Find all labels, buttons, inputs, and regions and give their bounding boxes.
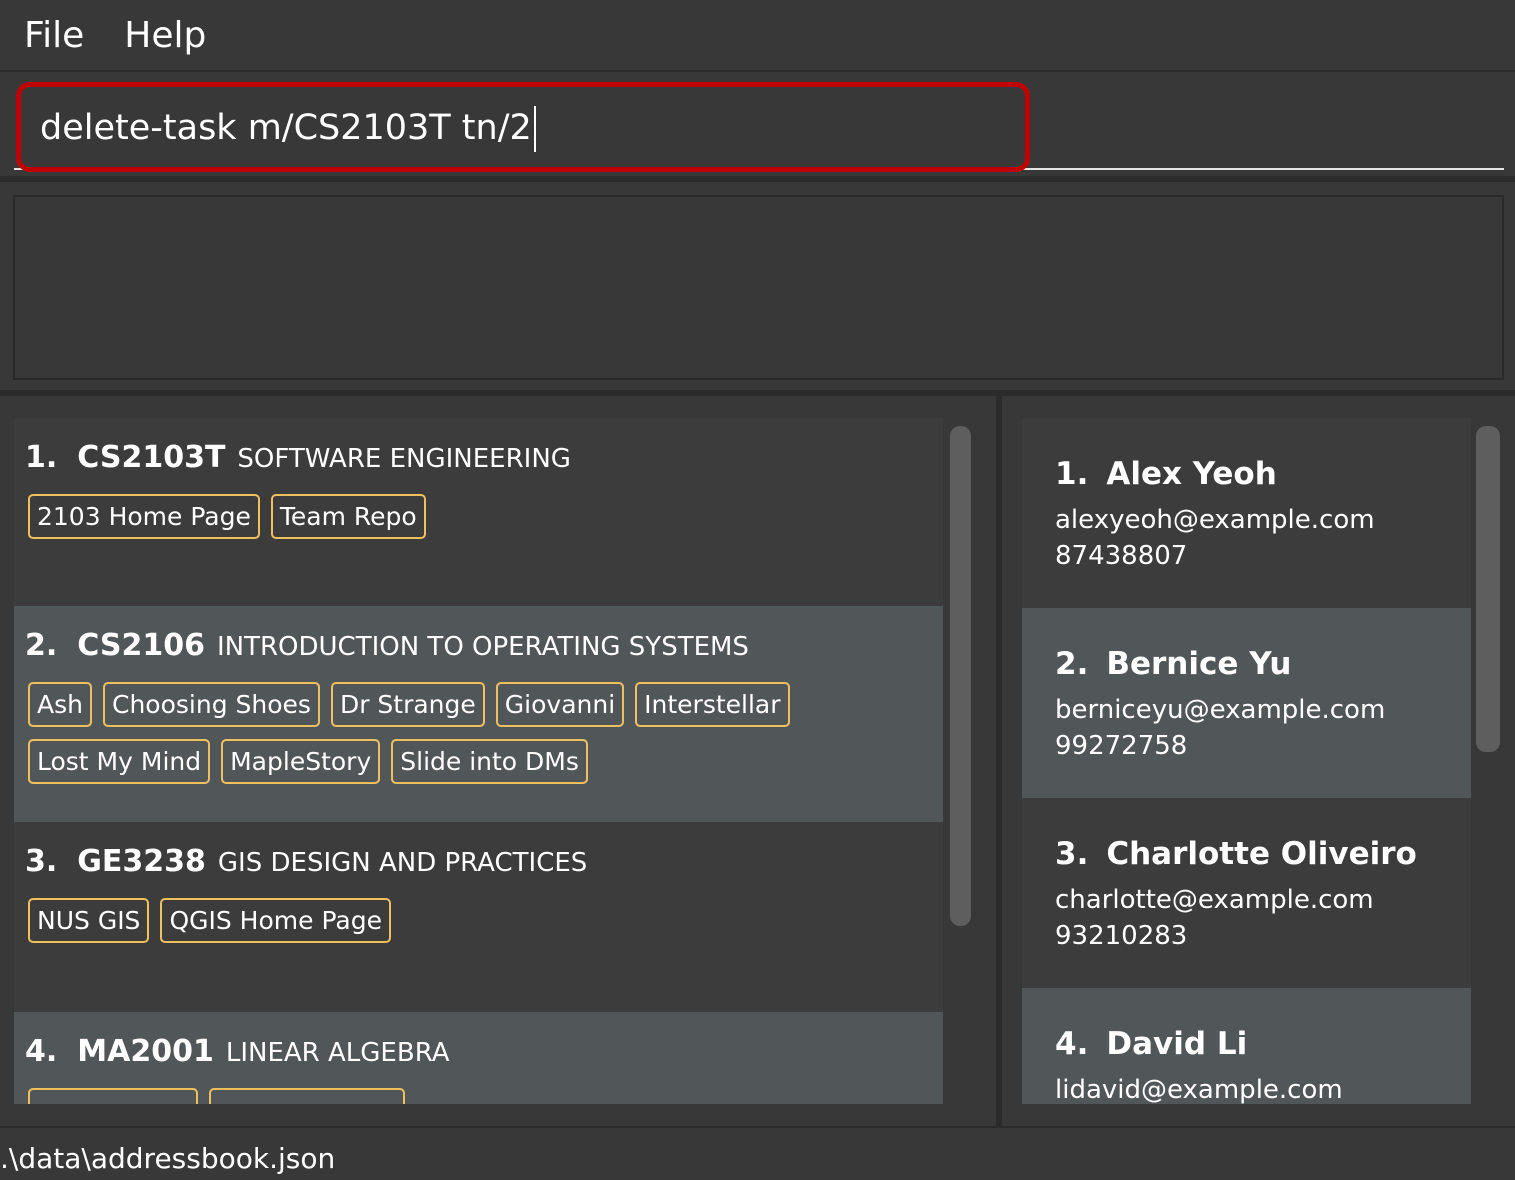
person-phone: 99272758 [1055,731,1188,761]
module-index: 3. [25,844,58,879]
module-index: 4. [25,1034,58,1069]
module-card[interactable]: 4. MA2001 LINEAR ALGEBRA [14,1012,943,1104]
person-name: David Li [1106,1026,1248,1062]
person-index: 2. [1055,646,1089,682]
menu-file[interactable]: File [24,15,84,56]
module-tags [25,1076,943,1104]
tag-qgis-home-page[interactable]: QGIS Home Page [160,898,391,943]
person-email: charlotte@example.com [1055,885,1374,915]
module-code: MA2001 [77,1034,214,1069]
module-card[interactable]: 3. GE3238 GIS DESIGN AND PRACTICES NUS G… [14,822,943,1012]
tag-ash[interactable]: Ash [28,682,92,727]
person-list-panel: 1. Alex Yeoh alexyeoh@example.com 8743880… [1002,396,1515,1126]
command-box-area: delete-task m/CS2103T tn/2 [0,74,1515,182]
person-phone: 87438807 [1055,541,1188,571]
module-name: LINEAR ALGEBRA [225,1038,450,1068]
module-list-scrollbar[interactable] [950,426,971,926]
person-list[interactable]: 1. Alex Yeoh alexyeoh@example.com 8743880… [1022,418,1471,1104]
person-name: Alex Yeoh [1106,456,1277,492]
command-input-text[interactable]: delete-task m/CS2103T tn/2 [40,106,1480,152]
module-header: 2. CS2106 INTRODUCTION TO OPERATING SYST… [25,606,943,670]
status-file-path: .\data\addressbook.json [0,1142,336,1175]
tag-maplestory[interactable]: MapleStory [221,739,381,784]
module-name: SOFTWARE ENGINEERING [237,444,571,474]
person-header: 3. Charlotte Oliveiro [1055,836,1471,872]
person-index: 3. [1055,836,1089,872]
tag-interstellar[interactable]: Interstellar [635,682,790,727]
module-tags: NUS GIS QGIS Home Page [25,886,943,955]
module-list-panel: 1. CS2103T SOFTWARE ENGINEERING 2103 Hom… [0,396,996,1126]
result-display [13,195,1504,380]
module-name: INTRODUCTION TO OPERATING SYSTEMS [216,632,749,662]
tag-lost-my-mind[interactable]: Lost My Mind [28,739,211,784]
tag-dr-strange[interactable]: Dr Strange [330,682,485,727]
module-name: GIS DESIGN AND PRACTICES [217,848,588,878]
person-header: 4. David Li [1055,1026,1471,1062]
person-card[interactable]: 1. Alex Yeoh alexyeoh@example.com 8743880… [1022,418,1471,608]
menu-help[interactable]: Help [124,15,206,56]
module-card[interactable]: 2. CS2106 INTRODUCTION TO OPERATING SYST… [14,606,943,822]
person-email: lidavid@example.com [1055,1075,1343,1104]
person-card[interactable]: 3. Charlotte Oliveiro charlotte@example.c… [1022,798,1471,988]
module-tags: 2103 Home Page Team Repo [25,482,943,551]
module-list[interactable]: 1. CS2103T SOFTWARE ENGINEERING 2103 Hom… [14,418,943,1104]
person-header: 2. Bernice Yu [1055,646,1471,682]
tag-choosing-shoes[interactable]: Choosing Shoes [102,682,320,727]
person-index: 1. [1055,456,1089,492]
command-input-value: delete-task m/CS2103T tn/2 [40,108,532,148]
person-name: Charlotte Oliveiro [1106,836,1417,872]
menu-bar: File Help [0,0,1515,72]
module-tags: Ash Choosing Shoes Dr Strange Giovanni I… [25,670,943,796]
tag-2103-home-page[interactable]: 2103 Home Page [28,494,260,539]
tag-nus-gis[interactable]: NUS GIS [28,898,150,943]
person-card[interactable]: 2. Bernice Yu berniceyu@example.com 99272… [1022,608,1471,798]
tag-slide-into-dms[interactable]: Slide into DMs [391,739,588,784]
module-card[interactable]: 1. CS2103T SOFTWARE ENGINEERING 2103 Hom… [14,418,943,606]
person-header: 1. Alex Yeoh [1055,456,1471,492]
person-email: alexyeoh@example.com [1055,505,1375,535]
command-input-field[interactable]: delete-task m/CS2103T tn/2 [14,82,1504,170]
tag-partial[interactable] [28,1088,198,1104]
text-caret [533,106,536,152]
person-email: berniceyu@example.com [1055,695,1386,725]
module-code: CS2103T [77,440,226,475]
module-index: 1. [25,440,58,475]
person-phone: 93210283 [1055,921,1188,951]
app-window: File Help delete-task m/CS2103T tn/2 1. … [0,0,1515,1180]
person-list-scrollbar[interactable] [1476,426,1500,752]
tag-partial[interactable] [209,1088,405,1104]
person-card[interactable]: 4. David Li lidavid@example.com [1022,988,1471,1104]
tag-team-repo[interactable]: Team Repo [270,494,426,539]
module-header: 4. MA2001 LINEAR ALGEBRA [25,1012,943,1076]
module-code: GE3238 [77,844,206,879]
module-code: CS2106 [77,628,205,663]
person-name: Bernice Yu [1106,646,1292,682]
module-index: 2. [25,628,58,663]
module-header: 3. GE3238 GIS DESIGN AND PRACTICES [25,822,943,886]
tag-giovanni[interactable]: Giovanni [495,682,625,727]
status-bar: .\data\addressbook.json [0,1126,1515,1180]
module-header: 1. CS2103T SOFTWARE ENGINEERING [25,418,943,482]
person-index: 4. [1055,1026,1089,1062]
